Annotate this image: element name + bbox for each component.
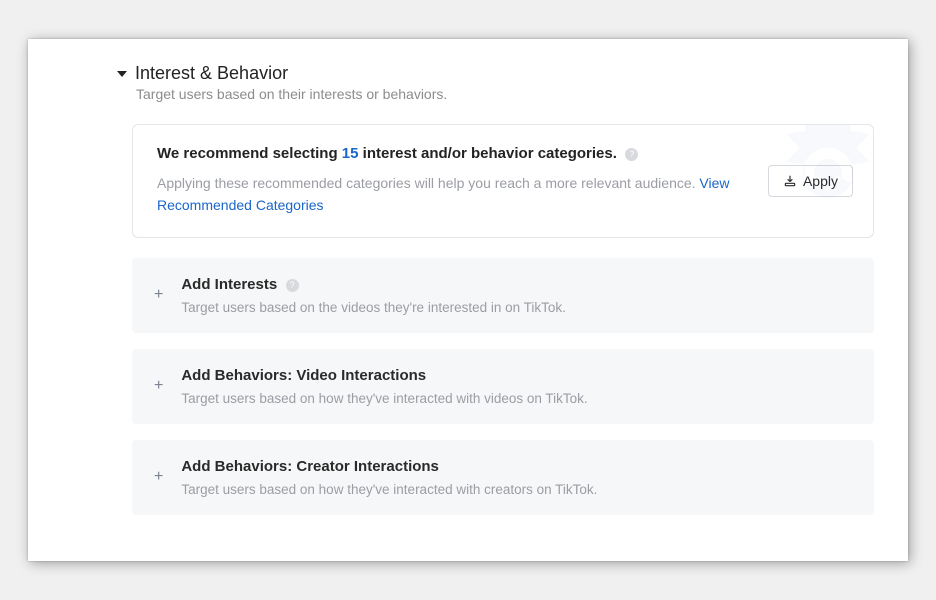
caret-down-icon [117, 71, 127, 77]
recommendation-count: 15 [342, 145, 359, 162]
add-behaviors-video-card[interactable]: + Add Behaviors: Video Interactions Targ… [132, 349, 874, 424]
info-icon[interactable]: ? [625, 148, 638, 161]
recommendation-description: Applying these recommended categories wi… [157, 173, 756, 216]
card-title: Add Behaviors: Creator Interactions [181, 458, 439, 475]
apply-download-icon [783, 174, 797, 188]
card-body: Add Behaviors: Creator Interactions Targ… [181, 458, 854, 497]
card-body: Add Behaviors: Video Interactions Target… [181, 367, 854, 406]
recommendation-title-suffix: interest and/or behavior categories. [358, 145, 616, 162]
card-title: Add Behaviors: Video Interactions [181, 367, 426, 384]
apply-button[interactable]: Apply [768, 165, 853, 197]
card-body: Add Interests ? Target users based on th… [181, 276, 854, 315]
recommendation-title-line: We recommend selecting 15 interest and/o… [157, 145, 756, 163]
add-behaviors-creator-card[interactable]: + Add Behaviors: Creator Interactions Ta… [132, 440, 874, 515]
recommendation-text-block: We recommend selecting 15 interest and/o… [157, 145, 756, 216]
section-title: Interest & Behavior [135, 63, 288, 84]
info-icon[interactable]: ? [286, 279, 299, 292]
card-subtitle: Target users based on the videos they're… [181, 300, 854, 315]
card-title: Add Interests [181, 276, 277, 293]
plus-icon: + [154, 377, 163, 395]
recommendation-title-prefix: We recommend selecting [157, 145, 342, 162]
card-title-line: Add Interests ? [181, 276, 854, 294]
interest-behavior-section: Interest & Behavior Target users based o… [62, 63, 874, 514]
plus-icon: + [154, 286, 163, 304]
recommendation-box: We recommend selecting 15 interest and/o… [132, 124, 874, 237]
apply-button-label: Apply [803, 173, 838, 189]
recommendation-description-text: Applying these recommended categories wi… [157, 175, 699, 191]
add-interests-card[interactable]: + Add Interests ? Target users based on … [132, 258, 874, 333]
section-header[interactable]: Interest & Behavior [117, 63, 874, 84]
card-subtitle: Target users based on how they've intera… [181, 391, 854, 406]
card-subtitle: Target users based on how they've intera… [181, 482, 854, 497]
plus-icon: + [154, 468, 163, 486]
settings-panel: Interest & Behavior Target users based o… [28, 39, 908, 560]
section-subtitle: Target users based on their interests or… [136, 86, 874, 102]
